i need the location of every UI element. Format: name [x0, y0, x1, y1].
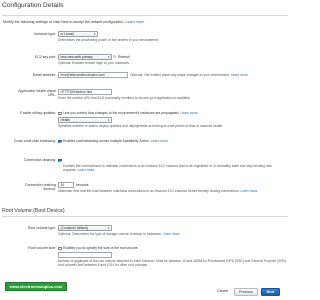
health-check-help: Enter the relative URL that ELB continua…: [58, 96, 191, 100]
draining-checkbox[interactable]: [58, 158, 62, 163]
root-volume-type-label: Root volume type:: [27, 226, 56, 230]
email-field[interactable]: lenz@tekmanstructorplus.com: [58, 72, 128, 78]
rolling-updates-checkbox[interactable]: [58, 111, 62, 116]
intro-learn-more-link[interactable]: Learn more.: [125, 20, 144, 24]
refresh-link[interactable]: Refresh: [118, 55, 130, 59]
timeout-unit: seconds: [76, 183, 89, 187]
timeout-field[interactable]: 20: [58, 182, 74, 188]
cross-zone-label: Cross zone load balancing:: [13, 139, 56, 143]
key-pair-select[interactable]: new-new-web-primary ▾: [58, 54, 112, 60]
email-help-text: Optional. Get notified about any major c…: [130, 73, 230, 77]
chevron-down-icon: ▾: [107, 55, 110, 59]
health-check-label: Application health check URL:: [18, 89, 56, 98]
email-label: Email address:: [32, 73, 56, 77]
watermark-badge: www.electronicstuplus.com: [5, 282, 67, 291]
cross-zone-text-body: Enables load balancing across multiple A…: [63, 139, 150, 143]
key-pair-value: new-new-web-primary: [60, 55, 93, 59]
section-divider: [2, 216, 288, 217]
health-check-field[interactable]: HTTP:80/readme.htm: [58, 89, 112, 95]
intro-text: Modify the following settings or click N…: [3, 20, 145, 24]
rolling-updates-check-text: Lets you control how changes to the envi…: [63, 111, 199, 115]
key-pair-label: EC2 key pair:: [34, 55, 56, 59]
chevron-down-icon: ▾: [107, 118, 110, 122]
timeout-help: Maximum time that the load balancer main…: [58, 189, 286, 193]
chevron-down-icon: ▾: [107, 226, 110, 230]
email-help: Optional. Get notified about any major c…: [130, 73, 249, 77]
email-learn-more-link[interactable]: Learn more.: [231, 73, 249, 77]
previous-button[interactable]: Previous: [234, 288, 258, 296]
timeout-label: Connection draining timeout:: [24, 183, 56, 192]
next-button[interactable]: Next: [261, 288, 280, 296]
root-volume-title: Root Volume (Boot Device): [2, 208, 65, 214]
rolling-type-value: Health: [60, 118, 71, 122]
instance-type-help: Determines the processing power of the s…: [58, 38, 159, 42]
timeout-help-text: Maximum time that the load balancer main…: [58, 189, 240, 193]
draining-learn-more-link[interactable]: Learn more.: [77, 168, 95, 172]
root-volume-type-value: (Container default): [60, 226, 88, 230]
rolling-learn-more-link[interactable]: Learn more.: [180, 111, 198, 115]
refresh-icon[interactable]: ↻: [113, 55, 117, 59]
timeout-learn-more-link[interactable]: Learn more.: [240, 189, 258, 193]
root-volume-size-label: Root volume size:: [28, 246, 56, 250]
rolling-type-select[interactable]: Health ▾: [58, 117, 112, 123]
instance-type-label: Instance type:: [34, 32, 56, 36]
key-pair-help: Optional. Enables remote login to your i…: [58, 61, 130, 65]
root-volume-type-help: Optional. Determines the type of storage…: [58, 232, 180, 236]
section-divider: [2, 15, 288, 16]
root-volume-size-help: Number of gigabytes of the root volume a…: [58, 259, 286, 268]
chevron-down-icon: ▾: [93, 32, 96, 36]
root-volume-type-help-text: Optional. Determines the type of storage…: [58, 232, 162, 236]
rolling-updates-text: Lets you control how changes to the envi…: [63, 111, 180, 115]
cross-zone-learn-more-link[interactable]: Learn more.: [151, 139, 169, 143]
cross-zone-text: Enables load balancing across multiple A…: [63, 139, 169, 143]
instance-type-select[interactable]: m1.small ▾: [58, 31, 98, 37]
config-section-title: Configuration Details: [2, 2, 64, 9]
root-volume-type-select[interactable]: (Container default) ▾: [58, 225, 112, 231]
draining-label: Connection draining:: [23, 158, 56, 162]
root-volume-size-field[interactable]: [58, 252, 112, 258]
instance-type-value: m1.small: [60, 32, 74, 36]
rolling-updates-help: Specifies whether to wait to deploy upda…: [58, 124, 224, 128]
root-volume-size-check-text: Enables you to specify the size of the r…: [63, 246, 139, 250]
rolling-updates-label: Enable rolling updates:: [20, 111, 56, 115]
intro-text-body: Modify the following settings or click N…: [3, 20, 125, 24]
cross-zone-checkbox[interactable]: [58, 139, 62, 144]
root-volume-learn-more-link[interactable]: Learn more.: [163, 232, 181, 236]
root-volume-size-checkbox[interactable]: [58, 246, 62, 251]
draining-help: Enables the load balancer to maintain co…: [63, 164, 285, 173]
cancel-link[interactable]: Cancel: [217, 289, 228, 293]
